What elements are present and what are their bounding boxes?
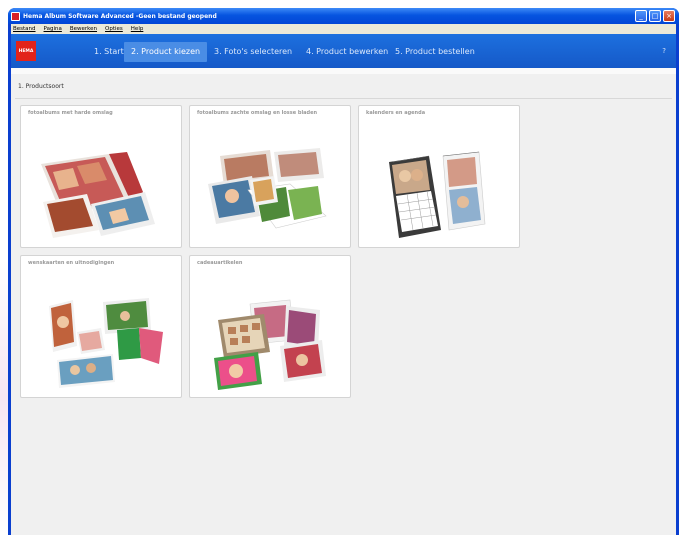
menu-bewerken[interactable]: Bewerken (70, 26, 97, 32)
hardcover-photobook-icon (41, 152, 155, 238)
menu-help[interactable]: Help (131, 26, 144, 32)
left-edge-decoration (0, 260, 8, 535)
section-title: 1. Productsoort (18, 83, 64, 90)
product-card-softcover[interactable]: fotoalbums zachte omslag en losse bladen (189, 105, 351, 248)
wizard-nav: HEMA 1. Start 2. Product kiezen 3. Foto'… (11, 34, 676, 68)
step-product-bestellen[interactable]: 5. Product bestellen (388, 42, 482, 62)
step-product-bewerken[interactable]: 4. Product bewerken (299, 42, 395, 62)
section-divider (15, 98, 672, 99)
menu-bar: Bestand Pagina Bewerken Opties Help (11, 24, 676, 34)
hema-logo: HEMA (16, 41, 36, 61)
app-icon (11, 11, 20, 21)
help-button[interactable]: ? (662, 47, 666, 55)
main-content: 1. Productsoort fotoalbums met harde oms… (11, 68, 676, 535)
window-title: Hema Album Software Advanced -Geen besta… (23, 12, 217, 20)
window-controls: _ □ × (635, 10, 675, 22)
app-window: Hema Album Software Advanced -Geen besta… (8, 8, 679, 535)
step-product-kiezen[interactable]: 2. Product kiezen (124, 42, 208, 62)
menu-pagina[interactable]: Pagina (44, 26, 62, 32)
product-card-title: fotoalbums met harde omslag (28, 110, 113, 116)
product-card-title: kalenders en agenda (366, 110, 426, 116)
product-card-title: wenskaarten en uitnodigingen (28, 260, 115, 266)
softcover-photobook-icon (208, 148, 327, 229)
product-card-title: fotoalbums zachte omslag en losse bladen (197, 110, 318, 116)
product-card-hardcover[interactable]: fotoalbums met harde omslag (20, 105, 182, 248)
product-card-greeting[interactable]: wenskaarten en uitnodigingen (20, 255, 182, 398)
product-card-gifts[interactable]: cadeauartikelen (189, 255, 351, 398)
gift-items-icon (214, 299, 326, 390)
step-fotos-selecteren[interactable]: 3. Foto's selecteren (207, 42, 299, 62)
maximize-button[interactable]: □ (649, 10, 661, 22)
product-card-calendar[interactable]: kalenders en agenda (358, 105, 520, 248)
menu-opties[interactable]: Opties (105, 26, 123, 32)
greeting-card-icon (49, 298, 163, 388)
calendar-icon (389, 151, 486, 238)
menu-bestand[interactable]: Bestand (13, 26, 36, 32)
close-button[interactable]: × (663, 10, 675, 22)
minimize-button[interactable]: _ (635, 10, 647, 22)
product-card-title: cadeauartikelen (197, 260, 243, 266)
title-bar[interactable]: Hema Album Software Advanced -Geen besta… (8, 8, 679, 24)
